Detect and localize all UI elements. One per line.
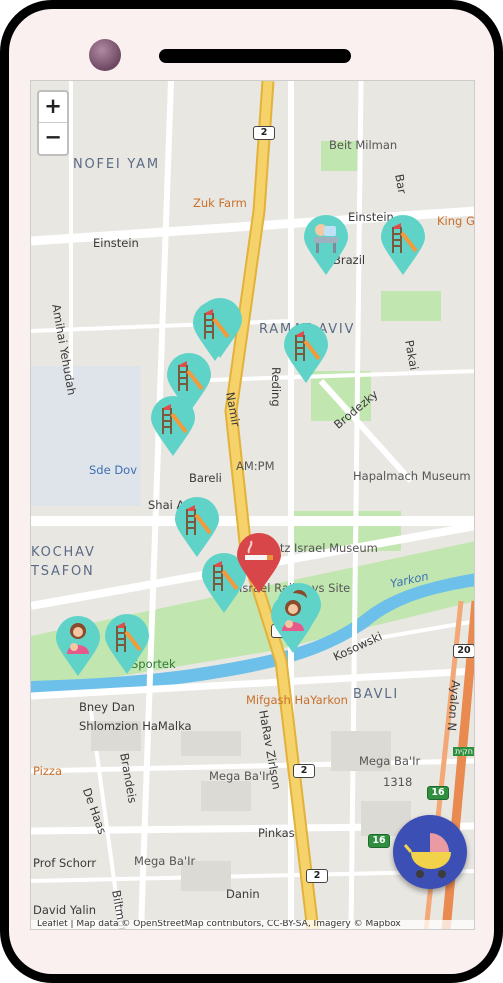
street-label: Reding — [269, 367, 283, 407]
breastfeeding-marker[interactable] — [54, 614, 102, 678]
airport-label: Sde Dov — [89, 463, 138, 477]
road-shield: 2 — [306, 869, 328, 883]
changing-table-marker[interactable] — [302, 213, 350, 277]
poi-label: Mifgash HaYarkon — [246, 693, 348, 707]
playground-marker[interactable] — [282, 321, 330, 385]
street-label: Bney Dan — [79, 700, 135, 714]
highway-badge: חקית — [453, 747, 474, 756]
road-shield: 2 — [293, 764, 315, 778]
stroller-fab-button[interactable] — [393, 815, 467, 889]
poi-label: Zuk Farm — [193, 196, 247, 210]
street-label: Bareli — [189, 471, 222, 485]
zoom-in-button[interactable]: + — [39, 92, 67, 123]
playground-marker[interactable] — [173, 495, 221, 559]
poi-label: AM:PM — [236, 459, 275, 473]
speaker-grille — [159, 49, 351, 63]
stroller-icon — [403, 833, 451, 878]
district-label: TSAFON — [31, 564, 95, 579]
road-shield: 2 — [253, 126, 275, 140]
street-label: Danin — [226, 887, 260, 901]
district-label: BAVLI — [353, 687, 399, 702]
street-label: David Yalin — [33, 903, 97, 917]
map-view[interactable]: NOFEI YAM RAMAT AVIV KOCHAV TSAFON BAVLI… — [30, 80, 475, 930]
street-label: Shlomzion HaMalka — [79, 719, 192, 733]
poi-label: Beit Milman — [329, 138, 398, 152]
road-shield: 16 — [427, 786, 449, 800]
district-label: KOCHAV — [31, 545, 96, 560]
street-label: Einstein — [93, 236, 139, 250]
road-shield: 20 — [453, 644, 474, 658]
poi-label: Mega Ba'Ir — [134, 854, 196, 868]
street-label: Pinkas — [258, 826, 295, 840]
playground-marker[interactable] — [103, 612, 151, 676]
map-attribution[interactable]: Leaflet | Map data © OpenStreetMap contr… — [31, 920, 474, 929]
poi-label: King Geo — [437, 214, 475, 228]
front-camera — [89, 39, 121, 71]
phone-frame: NOFEI YAM RAMAT AVIV KOCHAV TSAFON BAVLI… — [0, 0, 503, 983]
district-label: NOFEI YAM — [73, 157, 160, 172]
road-shield: 16 — [368, 834, 390, 848]
breastfeeding-marker[interactable] — [269, 591, 317, 655]
playground-marker[interactable] — [149, 394, 197, 458]
poi-label: Pizza — [33, 764, 62, 778]
zoom-out-button[interactable]: − — [39, 123, 67, 154]
poi-label: Mega Ba'Ir — [209, 769, 271, 783]
zoom-control: + − — [37, 90, 69, 156]
poi-label: Hapalmach Museum — [353, 469, 471, 483]
poi-label: Mega Ba'Ir — [359, 754, 421, 768]
playground-marker[interactable] — [379, 213, 427, 277]
street-label: Prof Schorr — [33, 856, 97, 870]
poi-label: 1318 — [383, 775, 413, 789]
